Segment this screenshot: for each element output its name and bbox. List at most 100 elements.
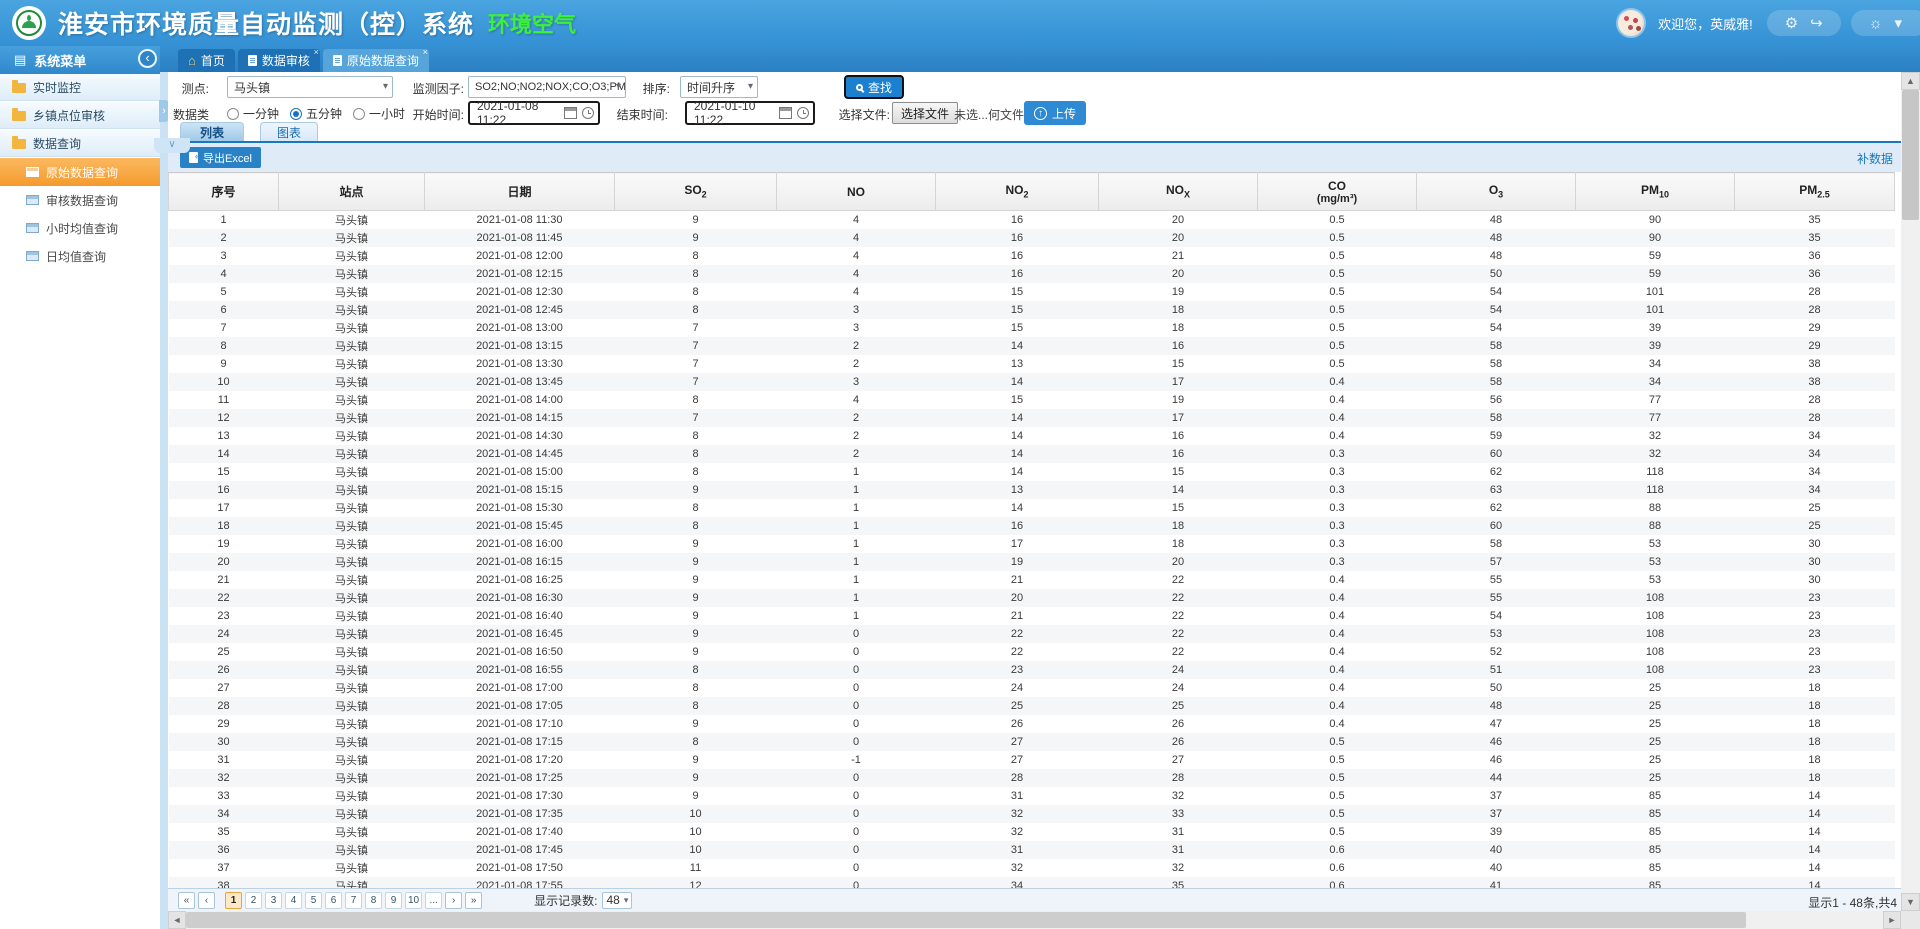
clock-icon[interactable]: [797, 107, 809, 119]
table-row[interactable]: 5 马头镇 2021-01-08 12:30 8 4 15 19 0.5 54 101 28: [169, 283, 1895, 301]
table-row[interactable]: 11 马头镇 2021-01-08 14:00 8 4 15 19 0.4 56 77 28: [169, 391, 1895, 409]
export-excel-button[interactable]: 导出Excel: [180, 147, 261, 168]
table-row[interactable]: 27 马头镇 2021-01-08 17:00 8 0 24 24 0.4 50 25 18: [169, 679, 1895, 697]
scroll-up-icon[interactable]: ▲: [1901, 72, 1920, 90]
sort-select[interactable]: 时间升序 ▾: [680, 76, 758, 98]
tab-data-audit[interactable]: 数据审核 ×: [237, 48, 320, 72]
table-row[interactable]: 25 马头镇 2021-01-08 16:50 9 0 22 22 0.4 52 108 23: [169, 643, 1895, 661]
search-button[interactable]: 查找: [844, 75, 904, 99]
query-form-row-1: 测点: 马头镇 ▾ 监测因子: SO2;NO;NO2;NOX;CO;O3;PM1…: [168, 75, 1901, 101]
datatype-radio[interactable]: 一分钟: [227, 105, 279, 122]
page-button[interactable]: 1: [225, 891, 242, 909]
tab-chart-view[interactable]: 图表: [260, 122, 318, 141]
clock-icon[interactable]: [582, 107, 594, 119]
vertical-scrollbar[interactable]: ▲ ▼: [1901, 72, 1920, 929]
table-row[interactable]: 35 马头镇 2021-01-08 17:40 10 0 32 31 0.5 39 85 14: [169, 823, 1895, 841]
page-button[interactable]: 3: [265, 891, 282, 909]
table-row[interactable]: 15 马头镇 2021-01-08 15:00 8 1 14 15 0.3 62 118 34: [169, 463, 1895, 481]
table-row[interactable]: 13 马头镇 2021-01-08 14:30 8 2 14 16 0.4 59 32 34: [169, 427, 1895, 445]
datatype-radio[interactable]: 五分钟: [290, 105, 342, 122]
table-row[interactable]: 16 马头镇 2021-01-08 15:15 9 1 13 14 0.3 63 118 34: [168, 480, 1895, 499]
table-row[interactable]: 33 马头镇 2021-01-08 17:30 9 0 31 32 0.5 37 85 14: [169, 787, 1895, 805]
scroll-left-icon[interactable]: ◄: [168, 911, 186, 929]
close-icon[interactable]: ×: [314, 48, 319, 57]
table-row[interactable]: 21 马头镇 2021-01-08 16:25 9 1 21 22 0.4 55 53 30: [169, 571, 1895, 589]
next-page-button[interactable]: ›: [445, 891, 463, 909]
scroll-down-icon[interactable]: ▼: [1901, 893, 1920, 911]
table-row[interactable]: 12 马头镇 2021-01-08 14:15 7 2 14 17 0.4 58 77 28: [168, 408, 1895, 427]
prev-page-button[interactable]: ‹: [198, 891, 215, 909]
page-button[interactable]: 7: [345, 891, 362, 909]
tab-home[interactable]: ⌂ 首页: [178, 49, 235, 72]
table-row[interactable]: 36 马头镇 2021-01-08 17:45 10 0 31 31 0.6 40 85 14: [168, 840, 1895, 859]
table-row[interactable]: 26 马头镇 2021-01-08 16:55 8 0 23 24 0.4 51 108 23: [168, 660, 1895, 679]
table-row[interactable]: 20 马头镇 2021-01-08 16:15 9 1 19 20 0.3 57 53 30: [168, 552, 1895, 571]
table-row[interactable]: 7 马头镇 2021-01-08 13:00 7 3 15 18 0.5 54 39 29: [169, 319, 1895, 337]
page-size-select[interactable]: 48 ▾: [602, 891, 633, 909]
page-button[interactable]: 9: [385, 891, 402, 909]
table-row[interactable]: 3 马头镇 2021-01-08 12:00 8 4 16 21 0.5 48 59 36: [169, 247, 1895, 265]
last-page-button[interactable]: »: [465, 891, 483, 909]
table-row[interactable]: 31 马头镇 2021-01-08 17:20 9 -1 27 27 0.5 46 25 18: [169, 751, 1895, 769]
weather-icon[interactable]: ☼: [1869, 15, 1883, 32]
table-cell: 8: [692, 429, 699, 442]
horizontal-scroll-thumb[interactable]: [186, 912, 1746, 928]
table-row[interactable]: 2 马头镇 2021-01-08 11:45 9 4 16 20 0.5 48 90 35: [168, 228, 1895, 247]
calendar-icon[interactable]: [564, 107, 577, 119]
sidebar-collapse-button[interactable]: ‹: [138, 49, 157, 68]
scroll-right-icon[interactable]: ►: [1883, 911, 1901, 929]
page-button[interactable]: 5: [305, 891, 322, 909]
factor-select[interactable]: SO2;NO;NO2;NOX;CO;O3;PM10;PM2 ▾: [468, 76, 626, 98]
table-row[interactable]: 18 马头镇 2021-01-08 15:45 8 1 16 18 0.3 60 88 25: [168, 516, 1895, 535]
table-row[interactable]: 4 马头镇 2021-01-08 12:15 8 4 16 20 0.5 50 59 36: [168, 264, 1895, 283]
choose-file-button[interactable]: 选择文件: [892, 102, 959, 124]
station-select[interactable]: 马头镇 ▾: [227, 76, 393, 98]
table-row[interactable]: 10 马头镇 2021-01-08 13:45 7 3 14 17 0.4 58 34 38: [168, 372, 1895, 391]
table-row[interactable]: 23 马头镇 2021-01-08 16:40 9 1 21 22 0.4 54 108 23: [169, 607, 1895, 625]
sidebar-item-audit-data-query[interactable]: 审核数据查询: [0, 186, 160, 214]
page-button[interactable]: 2: [245, 891, 262, 909]
table-row[interactable]: 1 马头镇 2021-01-08 11:30 9 4 16 20 0.5 48 90 35: [169, 211, 1895, 229]
table-row[interactable]: 17 马头镇 2021-01-08 15:30 8 1 14 15 0.3 62 88 25: [169, 499, 1895, 517]
vertical-scroll-thumb[interactable]: [1902, 90, 1919, 220]
sidebar-item-hourly-average-query[interactable]: 小时均值查询: [0, 214, 160, 242]
gear-icon[interactable]: ⚙: [1785, 14, 1798, 32]
table-row[interactable]: 14 马头镇 2021-01-08 14:45 8 2 14 16 0.3 60 32 34: [168, 444, 1895, 463]
table-row[interactable]: 28 马头镇 2021-01-08 17:05 8 0 25 25 0.4 48 25 18: [168, 696, 1895, 715]
table-row[interactable]: 30 马头镇 2021-01-08 17:15 8 0 27 26 0.5 46 25 18: [168, 732, 1895, 751]
table-row[interactable]: 9 马头镇 2021-01-08 13:30 7 2 13 15 0.5 58 34 38: [169, 355, 1895, 373]
tab-raw-data-query[interactable]: 原始数据查询 ×: [322, 48, 429, 72]
sidebar-splitter[interactable]: [160, 46, 168, 929]
table-cell: 34: [1808, 429, 1821, 442]
sidebar-item-raw-data-query[interactable]: 原始数据查询: [0, 158, 160, 186]
table-row[interactable]: 32 马头镇 2021-01-08 17:25 9 0 28 28 0.5 44 25 18: [168, 768, 1895, 787]
datatype-radio[interactable]: 一小时: [353, 105, 405, 122]
col-index: 序号: [168, 172, 279, 211]
sidebar-item-daily-average-query[interactable]: 日均值查询: [0, 242, 160, 270]
calendar-icon[interactable]: [779, 107, 792, 119]
close-icon[interactable]: ×: [423, 48, 428, 57]
sidebar-item-realtime[interactable]: 实时监控: [0, 74, 160, 102]
table-row[interactable]: 34 马头镇 2021-01-08 17:35 10 0 32 33 0.5 37 85 14: [168, 804, 1895, 823]
patch-data-link[interactable]: 补数据: [1857, 150, 1893, 167]
logout-icon[interactable]: ↪: [1810, 14, 1823, 32]
sidebar-item-township-review[interactable]: 乡镇点位审核: [0, 102, 160, 130]
table-row[interactable]: 29 马头镇 2021-01-08 17:10 9 0 26 26 0.4 47 25 18: [169, 715, 1895, 733]
page-button[interactable]: ...: [425, 891, 443, 909]
table-row[interactable]: 8 马头镇 2021-01-08 13:15 7 2 14 16 0.5 58 39 29: [168, 336, 1895, 355]
caret-down-icon[interactable]: ▾: [1894, 14, 1902, 32]
page-button[interactable]: 6: [325, 891, 342, 909]
table-row[interactable]: 22 马头镇 2021-01-08 16:30 9 1 20 22 0.4 55 108 23: [168, 588, 1895, 607]
page-button[interactable]: 10: [405, 891, 423, 909]
table-row[interactable]: 37 马头镇 2021-01-08 17:50 11 0 32 32 0.6 40 85 14: [169, 859, 1895, 877]
table-row[interactable]: 6 马头镇 2021-01-08 12:45 8 3 15 18 0.5 54 101 28: [168, 300, 1895, 319]
page-button[interactable]: 8: [365, 891, 382, 909]
query-panel-collapse-handle[interactable]: ∨: [154, 138, 190, 153]
table-row[interactable]: 19 马头镇 2021-01-08 16:00 9 1 17 18 0.3 58 53 30: [169, 535, 1895, 553]
horizontal-scrollbar[interactable]: ◄ ►: [168, 911, 1901, 929]
first-page-button[interactable]: «: [178, 891, 195, 909]
page-button[interactable]: 4: [285, 891, 302, 909]
sidebar-item-data-query[interactable]: 数据查询: [0, 130, 160, 158]
avatar[interactable]: [1616, 8, 1647, 38]
table-row[interactable]: 24 马头镇 2021-01-08 16:45 9 0 22 22 0.4 53 108 23: [168, 624, 1895, 643]
